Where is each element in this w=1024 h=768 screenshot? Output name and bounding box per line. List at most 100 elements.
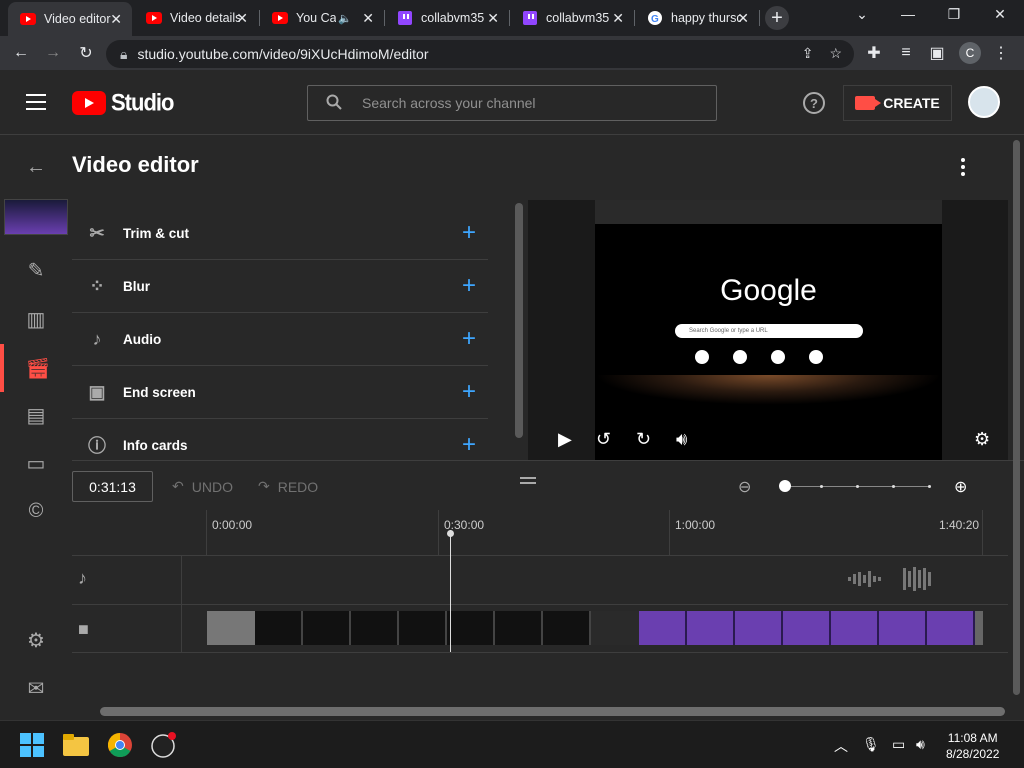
side-panel-icon[interactable]: ▣	[926, 42, 948, 64]
extensions-puzzle-icon[interactable]: ✚	[863, 42, 885, 64]
add-plus-icon[interactable]: +	[462, 219, 476, 247]
more-options-icon[interactable]	[961, 158, 965, 176]
windows-start-icon[interactable]	[18, 731, 46, 759]
chrome-icon[interactable]	[106, 731, 134, 759]
video-clip-frames-purple[interactable]	[639, 611, 975, 645]
tools-scrollbar[interactable]	[515, 203, 523, 438]
tab-close-icon[interactable]: ✕	[362, 10, 374, 27]
page-vertical-scrollbar[interactable]	[1013, 140, 1020, 695]
settings-gear-icon[interactable]: ⚙	[974, 429, 990, 450]
tab-separator	[759, 10, 760, 26]
copyright-icon[interactable]: ©	[0, 487, 72, 535]
create-button[interactable]: CREATE	[843, 85, 952, 121]
browser-tab-collabvm-2[interactable]: collabvm35 ✕	[510, 4, 634, 32]
browser-tab-bar: Video editor ✕ Video details ✕ You Can 🔈…	[0, 0, 1024, 36]
tool-audio[interactable]: ♪ Audio +	[72, 313, 488, 366]
timeline-horizontal-scrollbar[interactable]	[100, 707, 1005, 716]
subtitles-icon[interactable]: ▭	[0, 439, 72, 487]
channel-search-input[interactable]: Search across your channel	[307, 85, 717, 121]
play-icon[interactable]: ▶	[558, 429, 572, 450]
playhead[interactable]	[447, 530, 454, 652]
help-icon[interactable]: ?	[803, 92, 825, 114]
add-plus-icon[interactable]: +	[462, 431, 476, 459]
youtube-icon	[146, 10, 162, 26]
browser-profile-avatar[interactable]: C	[959, 42, 981, 64]
rewind-10-icon[interactable]: ↺	[596, 429, 611, 450]
tool-info-cards[interactable]: ⓘ Info cards +	[72, 419, 488, 460]
media-control-icon[interactable]: ≡	[895, 42, 917, 64]
resize-grip-icon[interactable]	[520, 477, 536, 484]
undo-icon: ↶	[172, 478, 184, 494]
browser-tab-you-can[interactable]: You Can 🔈 ✕	[260, 4, 384, 32]
zoom-in-icon[interactable]: ⊕	[954, 477, 967, 497]
speaker-icon[interactable]: 🔈	[338, 12, 352, 25]
feedback-icon[interactable]: ✉	[0, 664, 72, 712]
tool-blur[interactable]: ⁘ Blur +	[72, 260, 488, 313]
timecode-display[interactable]: 0:31:13	[72, 471, 153, 502]
forward-10-icon[interactable]: ↻	[636, 429, 651, 450]
comments-icon[interactable]: ▤	[0, 391, 72, 439]
ruler-label: 1:40:20	[939, 518, 980, 532]
video-preview[interactable]: Google Search Google or type a URL ▶ ↺ ↻…	[528, 200, 1008, 460]
obs-icon[interactable]	[150, 731, 178, 759]
browser-tab-happy-thursday[interactable]: G happy thursday ✕	[635, 4, 759, 32]
chrome-menu-icon[interactable]: ⋮	[990, 42, 1012, 64]
volume-icon[interactable]: 🔊︎	[916, 736, 925, 753]
video-clip-gap	[591, 611, 639, 645]
tab-close-icon[interactable]: ✕	[487, 10, 499, 27]
video-clip-end[interactable]	[975, 611, 983, 645]
network-icon[interactable]: ▭	[892, 736, 905, 753]
zoom-slider[interactable]	[779, 480, 931, 492]
video-clip-frame[interactable]	[207, 611, 255, 645]
timeline-toolbar: 0:31:13 ↶ UNDO ↷ REDO ⊖ ⊕	[72, 460, 1024, 510]
system-clock[interactable]: 11:08 AM 8/28/2022	[946, 730, 999, 762]
browser-tab-collabvm-1[interactable]: collabvm35 ✕	[385, 4, 509, 32]
tool-label: End screen	[123, 384, 196, 400]
microphone-icon[interactable]: 🎙︎	[862, 736, 880, 753]
share-icon[interactable]: ⇪	[802, 45, 814, 62]
close-window-button[interactable]: ✕	[990, 6, 1010, 23]
tool-trim-cut[interactable]: ✂ Trim & cut +	[72, 207, 488, 260]
video-thumbnail[interactable]	[4, 199, 68, 235]
new-tab-button[interactable]: +	[765, 6, 789, 30]
zoom-out-icon[interactable]: ⊖	[738, 477, 751, 497]
add-plus-icon[interactable]: +	[462, 272, 476, 300]
preview-google-search: Search Google or type a URL	[675, 324, 863, 338]
zoom-slider-knob[interactable]	[779, 480, 791, 492]
tab-close-icon[interactable]: ✕	[110, 11, 122, 28]
restore-button[interactable]: ❐	[944, 6, 964, 23]
bookmark-star-icon[interactable]: ☆	[829, 45, 842, 62]
video-clip-frames-dark[interactable]	[255, 611, 591, 645]
add-plus-icon[interactable]: +	[462, 325, 476, 353]
tray-chevron-icon[interactable]: ︿	[834, 736, 848, 756]
tab-close-icon[interactable]: ✕	[236, 10, 248, 27]
studio-logo[interactable]: Studio	[72, 89, 174, 116]
add-plus-icon[interactable]: +	[462, 378, 476, 406]
file-explorer-icon[interactable]	[62, 731, 90, 759]
tool-end-screen[interactable]: ▣ End screen +	[72, 366, 488, 419]
pencil-edit-icon[interactable]: ✎	[0, 246, 72, 294]
editor-clapper-icon[interactable]: 🎬︎	[0, 344, 72, 392]
tab-close-icon[interactable]: ✕	[737, 10, 749, 27]
forward-arrow-icon[interactable]: →	[42, 42, 64, 64]
tool-label: Blur	[123, 278, 150, 294]
volume-icon[interactable]: 🔊︎	[676, 429, 687, 450]
undo-button[interactable]: ↶ UNDO	[172, 478, 233, 495]
browser-tab-video-details[interactable]: Video details ✕	[134, 4, 258, 32]
back-arrow-icon[interactable]: ←	[10, 42, 32, 64]
tab-close-icon[interactable]: ✕	[612, 10, 624, 27]
tab-search-chevron-icon[interactable]: ⌄	[852, 6, 872, 23]
settings-gear-icon[interactable]: ⚙	[0, 616, 72, 664]
back-arrow-icon[interactable]: ←	[0, 143, 72, 191]
audio-track[interactable]: ♪	[72, 555, 1008, 604]
reload-icon[interactable]: ↻	[75, 42, 97, 64]
account-avatar[interactable]	[968, 86, 1000, 118]
address-bar[interactable]: 🔒︎ studio.youtube.com/video/9iXUcHdimoM/…	[106, 40, 854, 68]
minimize-button[interactable]: —	[898, 6, 918, 22]
redo-button[interactable]: ↷ REDO	[258, 478, 318, 495]
analytics-icon[interactable]: ▥	[0, 295, 72, 343]
tab-title: You Can	[296, 11, 336, 25]
browser-tab-video-editor[interactable]: Video editor ✕	[8, 2, 132, 36]
blur-icon: ⁘	[89, 275, 105, 296]
hamburger-menu-icon[interactable]	[26, 94, 46, 110]
